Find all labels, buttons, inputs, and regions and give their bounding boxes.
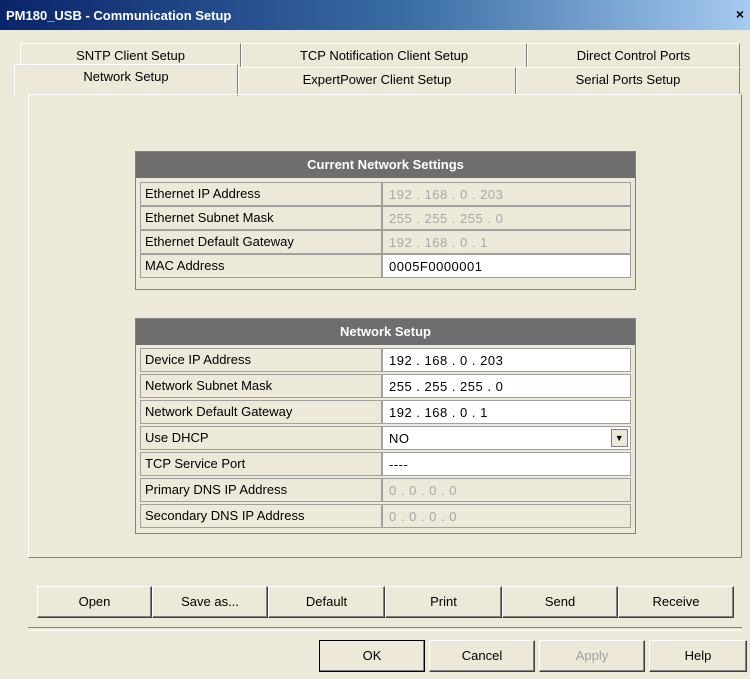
settings-row: Use DHCP NO ▼	[140, 426, 631, 450]
settings-row: TCP Service Port ----	[140, 452, 631, 476]
row-label: Network Subnet Mask	[140, 374, 382, 398]
close-button[interactable]: ×	[732, 6, 748, 22]
title-bar: PM180_USB - Communication Setup ×	[0, 0, 750, 30]
row-label: Ethernet Default Gateway	[140, 230, 382, 254]
subnet-mask-field[interactable]: 255 . 255 . 255 . 0	[382, 374, 631, 398]
print-button[interactable]: Print	[385, 586, 502, 618]
tab-tcp-notification-client-setup[interactable]: TCP Notification Client Setup	[241, 43, 527, 67]
tab-label: Serial Ports Setup	[575, 72, 681, 87]
ok-button[interactable]: OK	[319, 640, 425, 672]
use-dhcp-value: NO	[389, 431, 410, 446]
settings-row: Ethernet IP Address 192 . 168 . 0 . 203	[140, 182, 631, 206]
tcp-service-port-field[interactable]: ----	[382, 452, 631, 476]
use-dhcp-select[interactable]: NO ▼	[382, 426, 631, 450]
ethernet-gateway-field: 192 . 168 . 0 . 1	[382, 230, 631, 254]
row-label: Use DHCP	[140, 426, 382, 450]
row-label: Ethernet Subnet Mask	[140, 206, 382, 230]
tab-network-setup[interactable]: Network Setup	[14, 64, 238, 96]
secondary-dns-field: 0 . 0 . 0 . 0	[382, 504, 631, 528]
settings-row: Secondary DNS IP Address 0 . 0 . 0 . 0	[140, 504, 631, 528]
settings-row: Device IP Address 192 . 168 . 0 . 203	[140, 348, 631, 372]
row-label: Ethernet IP Address	[140, 182, 382, 206]
tab-label: TCP Notification Client Setup	[299, 48, 469, 63]
settings-row: Ethernet Subnet Mask 255 . 255 . 255 . 0	[140, 206, 631, 230]
apply-button[interactable]: Apply	[539, 640, 645, 672]
row-label: Network Default Gateway	[140, 400, 382, 424]
receive-button[interactable]: Receive	[618, 586, 734, 618]
tab-direct-control-ports[interactable]: Direct Control Ports	[527, 43, 740, 67]
ethernet-ip-field: 192 . 168 . 0 . 203	[382, 182, 631, 206]
settings-row: Ethernet Default Gateway 192 . 168 . 0 .…	[140, 230, 631, 254]
row-label: Secondary DNS IP Address	[140, 504, 382, 528]
tab-label: SNTP Client Setup	[76, 48, 185, 63]
separator	[28, 627, 742, 631]
settings-row: Primary DNS IP Address 0 . 0 . 0 . 0	[140, 478, 631, 502]
row-label: MAC Address	[140, 254, 382, 278]
window-title: PM180_USB - Communication Setup	[6, 8, 232, 23]
send-button[interactable]: Send	[502, 586, 618, 618]
current-network-settings-group: Current Network Settings Ethernet IP Add…	[135, 151, 636, 290]
cancel-button[interactable]: Cancel	[429, 640, 535, 672]
row-label: TCP Service Port	[140, 452, 382, 476]
chevron-down-icon[interactable]: ▼	[611, 429, 628, 447]
device-ip-field[interactable]: 192 . 168 . 0 . 203	[382, 348, 631, 372]
tab-label: Network Setup	[83, 69, 169, 84]
settings-row: MAC Address 0005F0000001	[140, 254, 631, 278]
default-button[interactable]: Default	[268, 586, 385, 618]
tab-expertpower-client-setup[interactable]: ExpertPower Client Setup	[238, 67, 516, 94]
group-header: Current Network Settings	[136, 152, 635, 178]
settings-row: Network Subnet Mask 255 . 255 . 255 . 0	[140, 374, 631, 398]
tab-label: Direct Control Ports	[576, 48, 691, 63]
tab-label: ExpertPower Client Setup	[302, 72, 452, 87]
tab-serial-ports-setup[interactable]: Serial Ports Setup	[516, 67, 740, 94]
row-label: Primary DNS IP Address	[140, 478, 382, 502]
open-button[interactable]: Open	[37, 586, 152, 618]
default-gateway-field[interactable]: 192 . 168 . 0 . 1	[382, 400, 631, 424]
primary-dns-field: 0 . 0 . 0 . 0	[382, 478, 631, 502]
network-setup-group: Network Setup Device IP Address 192 . 16…	[135, 318, 636, 534]
settings-row: Network Default Gateway 192 . 168 . 0 . …	[140, 400, 631, 424]
row-label: Device IP Address	[140, 348, 382, 372]
save-as-button[interactable]: Save as...	[152, 586, 268, 618]
help-button[interactable]: Help	[649, 640, 747, 672]
group-header: Network Setup	[136, 319, 635, 345]
mac-address-field: 0005F0000001	[382, 254, 631, 278]
ethernet-subnet-field: 255 . 255 . 255 . 0	[382, 206, 631, 230]
